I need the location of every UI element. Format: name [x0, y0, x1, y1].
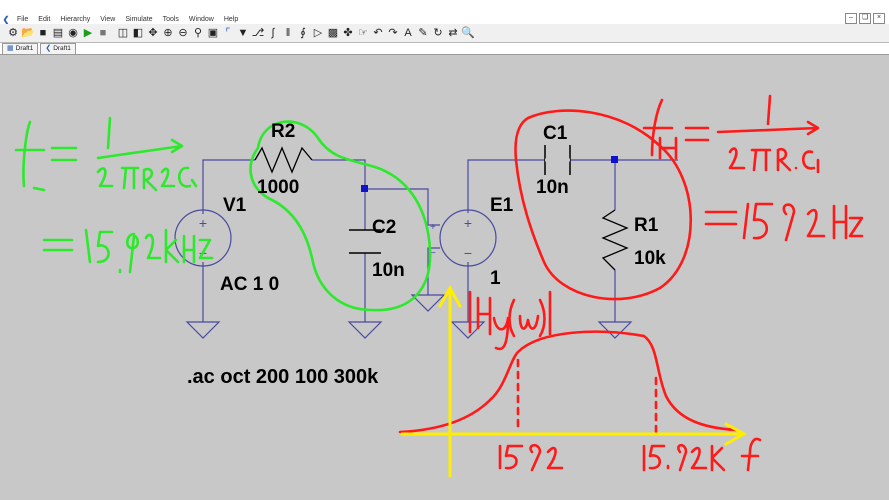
spice-directive[interactable]: .ac oct 200 100 300k [187, 366, 378, 389]
waveform-icon: ❮ [45, 45, 52, 52]
r2-symbol [254, 146, 313, 174]
run-icon[interactable]: ▶ [81, 26, 95, 40]
document-tabs: ▦ Draft1 ❮ Draft1 [0, 43, 889, 55]
v1-value[interactable]: AC 1 0 [220, 274, 279, 296]
spice-directive-icon[interactable]: ✎ [416, 26, 430, 40]
svg-text:+: + [464, 215, 472, 231]
hammer-icon[interactable]: ⚙ [6, 26, 20, 40]
title-bar [0, 0, 889, 14]
e1-value[interactable]: 1 [490, 268, 501, 290]
ground-symbol [185, 321, 221, 339]
menu-view[interactable]: View [95, 16, 120, 23]
red-handwriting [398, 94, 864, 472]
close-icon[interactable]: × [873, 13, 885, 24]
c1-value[interactable]: 10n [536, 177, 569, 199]
c1-name[interactable]: C1 [543, 123, 567, 145]
schematic-icon: ▦ [7, 45, 14, 52]
menu-edit[interactable]: Edit [33, 16, 55, 23]
menu-simulate[interactable]: Simulate [120, 16, 157, 23]
diode-icon[interactable]: ▷ [311, 26, 325, 40]
zoom-in-icon[interactable]: ⊕ [161, 26, 175, 40]
pan-icon[interactable]: ✥ [146, 26, 160, 40]
tab-label: Draft1 [15, 45, 34, 52]
schematic-drawing: + − + − + − [14, 94, 864, 478]
rotate-icon[interactable]: ↻ [431, 26, 445, 40]
find-icon[interactable]: 🔍 [461, 26, 475, 40]
r1-value[interactable]: 10k [634, 248, 666, 270]
tile-icon[interactable]: ◫ [116, 26, 130, 40]
fl-symbol [14, 120, 46, 192]
svg-text:+: + [199, 215, 207, 231]
component-icon[interactable]: ▩ [326, 26, 340, 40]
text-icon[interactable]: A [401, 26, 415, 40]
tab-draft1-schematic[interactable]: ▦ Draft1 [2, 43, 39, 54]
save-icon[interactable]: ■ [36, 26, 50, 40]
menu-help[interactable]: Help [219, 16, 243, 23]
svg-text:+: + [430, 222, 436, 233]
wire-r2-c2 [312, 159, 366, 230]
ground-icon[interactable]: ▼ [236, 26, 250, 40]
menu-hierarchy[interactable]: Hierarchy [55, 16, 95, 23]
junction-node [611, 156, 618, 163]
drag-icon[interactable]: ☞ [356, 26, 370, 40]
label-icon[interactable]: ⎇ [251, 26, 265, 40]
r1-name[interactable]: R1 [634, 215, 658, 237]
cascade-icon[interactable]: ◧ [131, 26, 145, 40]
fl-result [42, 238, 74, 252]
menu-window[interactable]: Window [184, 16, 219, 23]
menu-bar: ❮ File Edit Hierarchy View Simulate Tool… [0, 14, 889, 24]
window-controls: – ❏ × [845, 13, 885, 24]
undo-icon[interactable]: ↶ [371, 26, 385, 40]
toolbar-separator [111, 26, 115, 40]
zoom-area-icon[interactable]: ▣ [206, 26, 220, 40]
zoom-out-icon[interactable]: ⊖ [176, 26, 190, 40]
yellow-axes [400, 284, 748, 478]
wire-icon[interactable]: ⌜ [221, 26, 235, 40]
c2-value[interactable]: 10n [372, 260, 405, 282]
v1-name[interactable]: V1 [223, 195, 246, 217]
inductor-icon[interactable]: ∮ [296, 26, 310, 40]
zoom-fit-icon[interactable]: ⚲ [191, 26, 205, 40]
resistor-icon[interactable]: ∫ [266, 26, 280, 40]
redo-icon[interactable]: ↷ [386, 26, 400, 40]
tab-draft1-plot[interactable]: ❮ Draft1 [40, 43, 76, 54]
app-logo-icon: ❮ [2, 14, 10, 24]
move-icon[interactable]: ✤ [341, 26, 355, 40]
print-icon[interactable]: ▤ [51, 26, 65, 40]
mirror-icon[interactable]: ⇄ [446, 26, 460, 40]
red-enclosure [514, 109, 693, 301]
toolbar: ⚙ 📂 ■ ▤ ◉ ▶ ■ ◫ ◧ ✥ ⊕ ⊖ ⚲ ▣ ⌜ ▼ ⎇ ∫ ‖ ∮ … [0, 24, 889, 43]
e1-name[interactable]: E1 [490, 195, 513, 217]
junction-node [361, 185, 368, 192]
ground-symbol [347, 321, 383, 339]
halt-icon[interactable]: ■ [96, 26, 110, 40]
r2-value[interactable]: 1000 [257, 177, 299, 199]
restore-icon[interactable]: ❏ [859, 13, 871, 24]
schematic-canvas[interactable]: + − + − + − R2 1000 V1 AC 1 0 C2 10n E1 … [0, 55, 889, 500]
tab-label: Draft1 [53, 45, 71, 52]
minimize-icon[interactable]: – [845, 13, 857, 24]
f-axis-label [740, 437, 762, 472]
fh-result [704, 210, 738, 226]
open-icon[interactable]: 📂 [21, 26, 35, 40]
capacitor-icon[interactable]: ‖ [281, 26, 295, 40]
r2-name[interactable]: R2 [271, 121, 295, 143]
menu-tools[interactable]: Tools [158, 16, 184, 23]
svg-text:−: − [464, 245, 472, 261]
c2-name[interactable]: C2 [372, 217, 396, 239]
ground-symbol [410, 294, 446, 312]
cut-icon[interactable]: ◉ [66, 26, 80, 40]
ground-symbol [597, 321, 633, 339]
menu-file[interactable]: File [12, 16, 33, 23]
r1-symbol [601, 209, 629, 271]
